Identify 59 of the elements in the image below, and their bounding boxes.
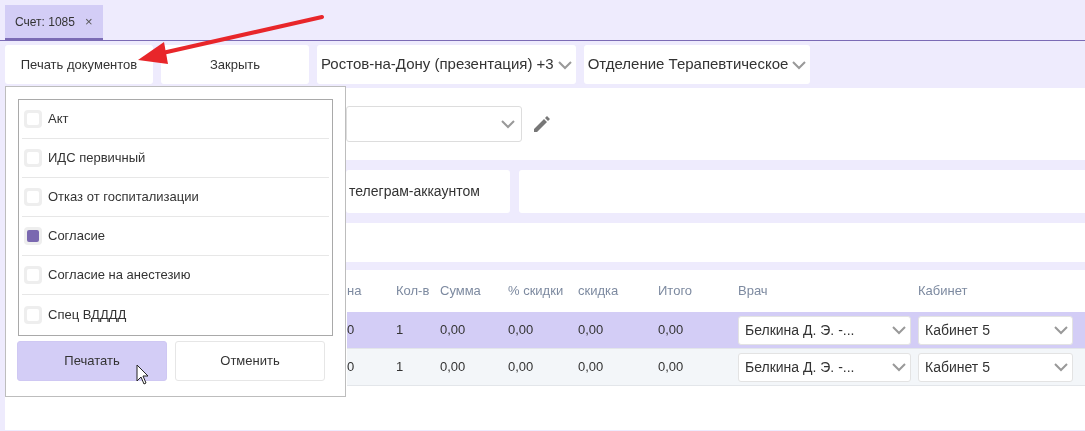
chevron-down-icon <box>501 119 515 129</box>
tab-label: Счет: 1085 <box>15 13 75 31</box>
select-value: Кабинет 5 <box>925 320 990 340</box>
table-cell-text: 0,00 <box>658 358 685 377</box>
chevron-down-icon <box>1054 325 1068 335</box>
tab[interactable]: Счет: 1085 × <box>5 5 103 40</box>
table-row[interactable]: 0 1 0,00 0,00 0,00 0,00 Белкина Д. Э. -... Кабинет 5 <box>347 312 1085 349</box>
table-cell-text: 0 <box>347 358 356 377</box>
toolbar-button[interactable]: Закрыть <box>161 45 309 84</box>
select-field[interactable]: Кабинет 5 <box>918 315 1073 345</box>
column-header: % скидки <box>508 282 565 301</box>
table-cell-text: 0,00 <box>658 321 685 340</box>
telegram-button[interactable]: телеграм-аккаунтом <box>346 170 510 213</box>
chevron-down-icon <box>557 59 572 70</box>
select-field[interactable]: Отделение Терапевтическое <box>583 45 811 84</box>
chevron-down-icon <box>792 59 807 70</box>
column-header: Врач <box>738 282 769 301</box>
checkbox[interactable] <box>24 227 42 245</box>
column-header: Кол-в <box>396 282 431 301</box>
column-header: Сумма <box>440 282 482 301</box>
table-cell-text: 0,00 <box>440 358 467 377</box>
checkbox-label: Акт <box>48 110 69 129</box>
mouse-cursor-icon <box>136 364 150 386</box>
table-cell-text: 1 <box>396 321 405 340</box>
select-value: Отделение Терапевтическое <box>587 54 789 75</box>
checkbox-label: Спец ВДДДД <box>48 305 127 324</box>
print-button[interactable]: Печатать <box>17 341 167 381</box>
table-cell-text: 0,00 <box>578 358 605 377</box>
column-header: на <box>347 282 363 301</box>
column-header: Кабинет <box>918 282 969 301</box>
checkbox-label: Отказ от госпитализации <box>48 188 199 207</box>
pencil-icon[interactable] <box>532 114 552 134</box>
toolbar-button[interactable]: Печать документов <box>5 45 153 84</box>
select-value: Кабинет 5 <box>925 357 990 377</box>
table-cell-text: 0 <box>347 321 356 340</box>
select-field[interactable]: Кабинет 5 <box>918 352 1073 382</box>
select-value: Ростов-на-Дону (презентация) +3 <box>321 54 554 75</box>
table-cell-text: 1 <box>396 358 405 377</box>
select-field[interactable] <box>346 106 522 142</box>
column-header: Итого <box>658 282 694 301</box>
column-header: скидка <box>578 282 620 301</box>
checkbox-label: ИДС первичный <box>48 149 146 168</box>
table-cell-text: 0,00 <box>440 321 467 340</box>
table-cell-text: 0,00 <box>508 358 535 377</box>
checkbox-label: Согласие на анестезию <box>48 266 191 285</box>
select-field[interactable]: Белкина Д. Э. -... <box>738 315 911 345</box>
table-cell-text: 0,00 <box>508 321 535 340</box>
select-field[interactable]: Ростов-на-Дону (презентация) +3 <box>317 45 576 84</box>
chevron-down-icon <box>892 325 906 335</box>
select-field[interactable]: Белкина Д. Э. -... <box>738 352 911 382</box>
chevron-down-icon <box>1054 362 1068 372</box>
checkbox-label: Согласие <box>48 227 105 246</box>
close-icon[interactable]: × <box>84 11 93 32</box>
select-value: Белкина Д. Э. -... <box>745 357 855 377</box>
table-row[interactable]: 0 1 0,00 0,00 0,00 0,00 Белкина Д. Э. -... Кабинет 5 <box>347 349 1085 386</box>
cancel-button[interactable]: Отменить <box>175 341 325 381</box>
table-cell-text: 0,00 <box>578 321 605 340</box>
select-value: Белкина Д. Э. -... <box>745 320 855 340</box>
chevron-down-icon <box>892 362 906 372</box>
